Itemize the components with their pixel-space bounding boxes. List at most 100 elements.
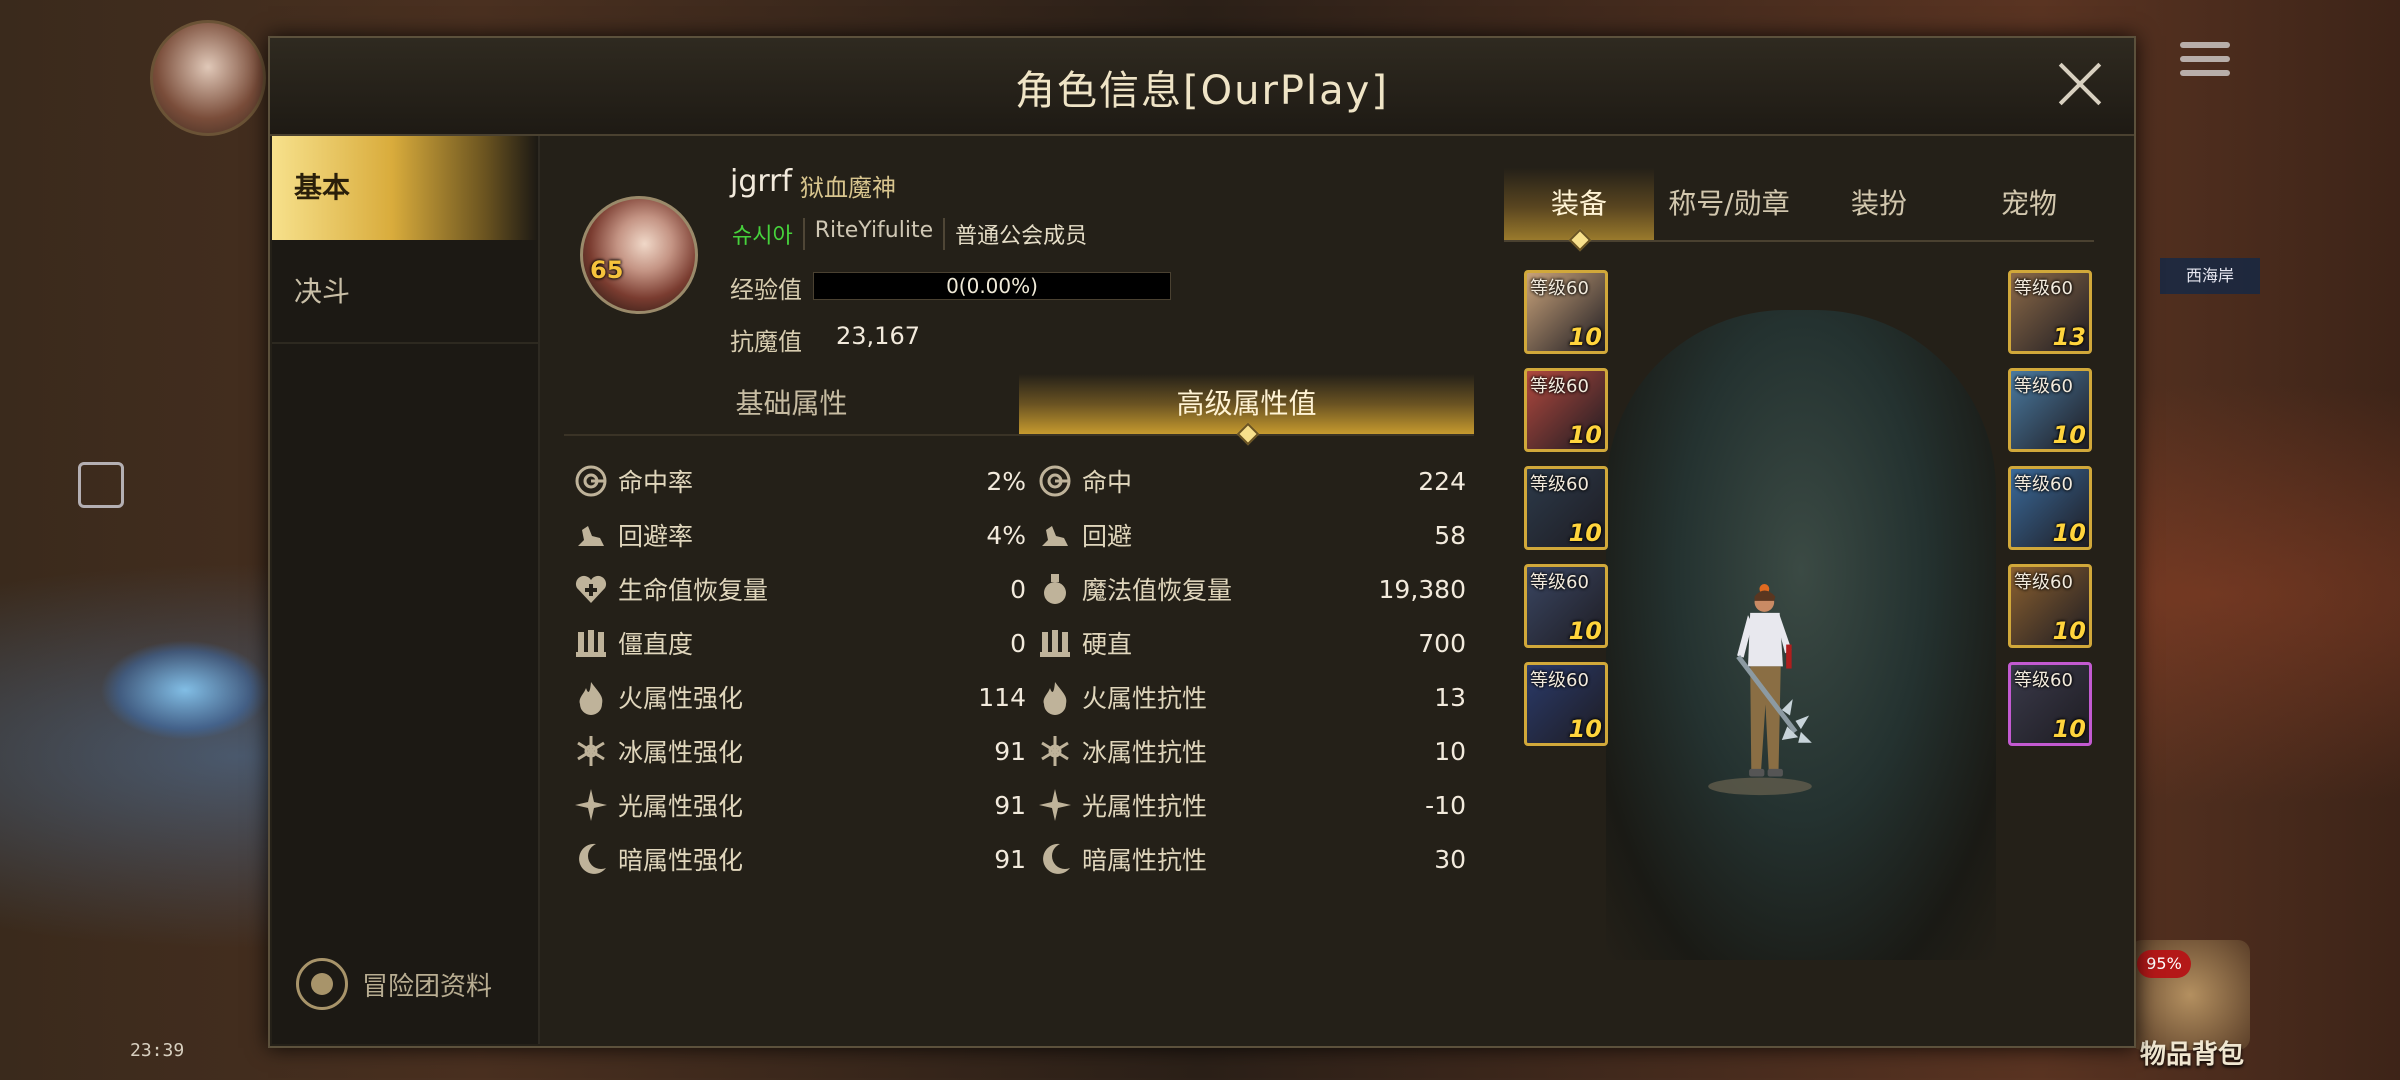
nav-item-basic[interactable]: 基本 (272, 136, 538, 240)
stat-cell-left: 火属性强化 114 (572, 670, 1026, 724)
stat-label: 火属性强化 (618, 684, 744, 713)
stat-label: 命中率 (618, 468, 694, 497)
background-square-button[interactable] (78, 462, 124, 508)
stat-value: 224 (1418, 466, 1466, 496)
stat-cell-left: 命中率 2% (572, 454, 1026, 508)
equipment-level: 等级60 (1530, 572, 1589, 593)
equipment-slot[interactable]: 等级60 10 (1524, 662, 1608, 746)
equipment-slot[interactable]: 等级60 10 (1524, 564, 1608, 648)
stat-cell-right: 命中 224 (1036, 454, 1466, 508)
equipment-level: 等级60 (1530, 278, 1589, 299)
equipment-level: 等级60 (2014, 278, 2073, 299)
menu-icon[interactable] (2180, 42, 2230, 84)
stat-label: 命中 (1082, 468, 1133, 497)
background-map-label: 西海岸 (2160, 258, 2260, 294)
stat-label: 僵直度 (618, 630, 694, 659)
stat-cell-right: 暗属性抗性 30 (1036, 832, 1466, 886)
equipment-slot[interactable]: 等级60 10 (2008, 662, 2092, 746)
stat-cell-right: 火属性抗性 13 (1036, 670, 1466, 724)
potion-icon (1036, 570, 1074, 608)
stat-cell-left: 回避率 4% (572, 508, 1026, 562)
equipment-slot[interactable]: 等级60 13 (2008, 270, 2092, 354)
equipment-level: 等级60 (2014, 670, 2073, 691)
stat-cell-left: 生命值恢复量 0 (572, 562, 1026, 616)
stat-value: 91 (994, 790, 1026, 820)
equipment-enhance-level: 10 (1568, 323, 1602, 351)
equipment-slot[interactable]: 等级60 10 (1524, 368, 1608, 452)
stat-cell-left: 僵直度 0 (572, 616, 1026, 670)
stat-row: 暗属性强化 91 暗属性抗性 30 (564, 832, 1474, 886)
stat-row: 生命值恢复量 0 魔法值恢复量 19,380 (564, 562, 1474, 616)
side-nav: 基本 决斗 冒险团资料 (272, 136, 540, 1044)
equipment-slot[interactable]: 等级60 10 (2008, 564, 2092, 648)
stiff-icon (572, 624, 610, 662)
stat-cell-left: 暗属性强化 91 (572, 832, 1026, 886)
equipment-level: 等级60 (1530, 474, 1589, 495)
equipment-enhance-level: 10 (1568, 519, 1602, 547)
equipment-enhance-level: 10 (1568, 715, 1602, 743)
equipment-level: 等级60 (1530, 376, 1589, 397)
tab-basic-attributes[interactable]: 基础属性 (564, 374, 1019, 434)
stat-value: -10 (1425, 790, 1466, 820)
equipment-slot[interactable]: 等级60 10 (1524, 466, 1608, 550)
stat-value: 700 (1418, 628, 1466, 658)
character-portrait (580, 196, 698, 314)
background-avatar[interactable] (150, 20, 266, 136)
snowflake-icon (1036, 732, 1074, 770)
stat-value: 0 (1010, 574, 1026, 604)
stat-value: 0 (1010, 628, 1026, 658)
nav-item-duel[interactable]: 决斗 (272, 240, 538, 344)
guild-name: RiteYifulite (802, 218, 943, 250)
background-portal (100, 640, 270, 740)
light-icon (572, 786, 610, 824)
moon-icon (1036, 840, 1074, 878)
stat-cell-right: 回避 58 (1036, 508, 1466, 562)
stat-row: 冰属性强化 91 冰属性抗性 10 (564, 724, 1474, 778)
stat-label: 冰属性强化 (618, 738, 744, 767)
equipment-slot[interactable]: 等级60 10 (2008, 466, 2092, 550)
stat-row: 火属性强化 114 火属性抗性 13 (564, 670, 1474, 724)
stat-value: 114 (978, 682, 1026, 712)
exp-bar: 0(0.00%) (813, 272, 1171, 300)
stat-value: 91 (994, 736, 1026, 766)
equipment-level: 等级60 (2014, 474, 2073, 495)
stat-label: 硬直 (1082, 630, 1133, 659)
dodge-icon (1036, 516, 1074, 554)
stat-row: 光属性强化 91 光属性抗性 -10 (564, 778, 1474, 832)
status-time: 23:39 (130, 1040, 185, 1061)
magic-resist-label: 抗魔值 (730, 328, 802, 356)
close-icon[interactable] (2056, 60, 2104, 108)
equipment-slot[interactable]: 等级60 10 (1524, 270, 1608, 354)
equipment-slot[interactable]: 等级60 10 (2008, 368, 2092, 452)
fire-icon (1036, 678, 1074, 716)
exp-label: 经验值 (730, 276, 802, 304)
stat-cell-left: 光属性强化 91 (572, 778, 1026, 832)
character-name: jgrrf (730, 164, 793, 199)
stat-row: 回避率 4% 回避 58 (564, 508, 1474, 562)
tab-pet[interactable]: 宠物 (1954, 168, 2104, 240)
stat-label: 暗属性抗性 (1082, 846, 1208, 875)
character-model (1708, 584, 1812, 796)
server-name: 슈시아 (732, 224, 793, 249)
stat-value: 19,380 (1378, 574, 1466, 604)
stat-label: 生命值恢复量 (618, 576, 769, 605)
equipment-enhance-level: 10 (1568, 617, 1602, 645)
fire-icon (572, 678, 610, 716)
guild-info: 슈시아 RiteYifulite 普通公会成员 (732, 218, 1097, 250)
target-icon (572, 462, 610, 500)
stat-value: 2% (986, 466, 1026, 496)
character-class: 狱血魔神 (800, 174, 896, 202)
stat-value: 4% (986, 520, 1026, 550)
stat-label: 回避 (1082, 522, 1133, 551)
attribute-tabs: 基础属性 高级属性值 (564, 374, 1474, 446)
adventure-team-button[interactable]: 冒险团资料 (296, 958, 492, 1010)
tab-titles-medals[interactable]: 称号/勋章 (1654, 168, 1804, 240)
target-icon (1036, 462, 1074, 500)
stat-cell-right: 冰属性抗性 10 (1036, 724, 1466, 778)
bag-badge: 95% (2137, 950, 2191, 978)
guild-rank: 普通公会成员 (943, 218, 1097, 250)
title-bar: 角色信息[OurPlay] (270, 38, 2134, 136)
stat-cell-right: 光属性抗性 -10 (1036, 778, 1466, 832)
tab-avatar[interactable]: 装扮 (1804, 168, 1954, 240)
stat-label: 魔法值恢复量 (1082, 576, 1233, 605)
